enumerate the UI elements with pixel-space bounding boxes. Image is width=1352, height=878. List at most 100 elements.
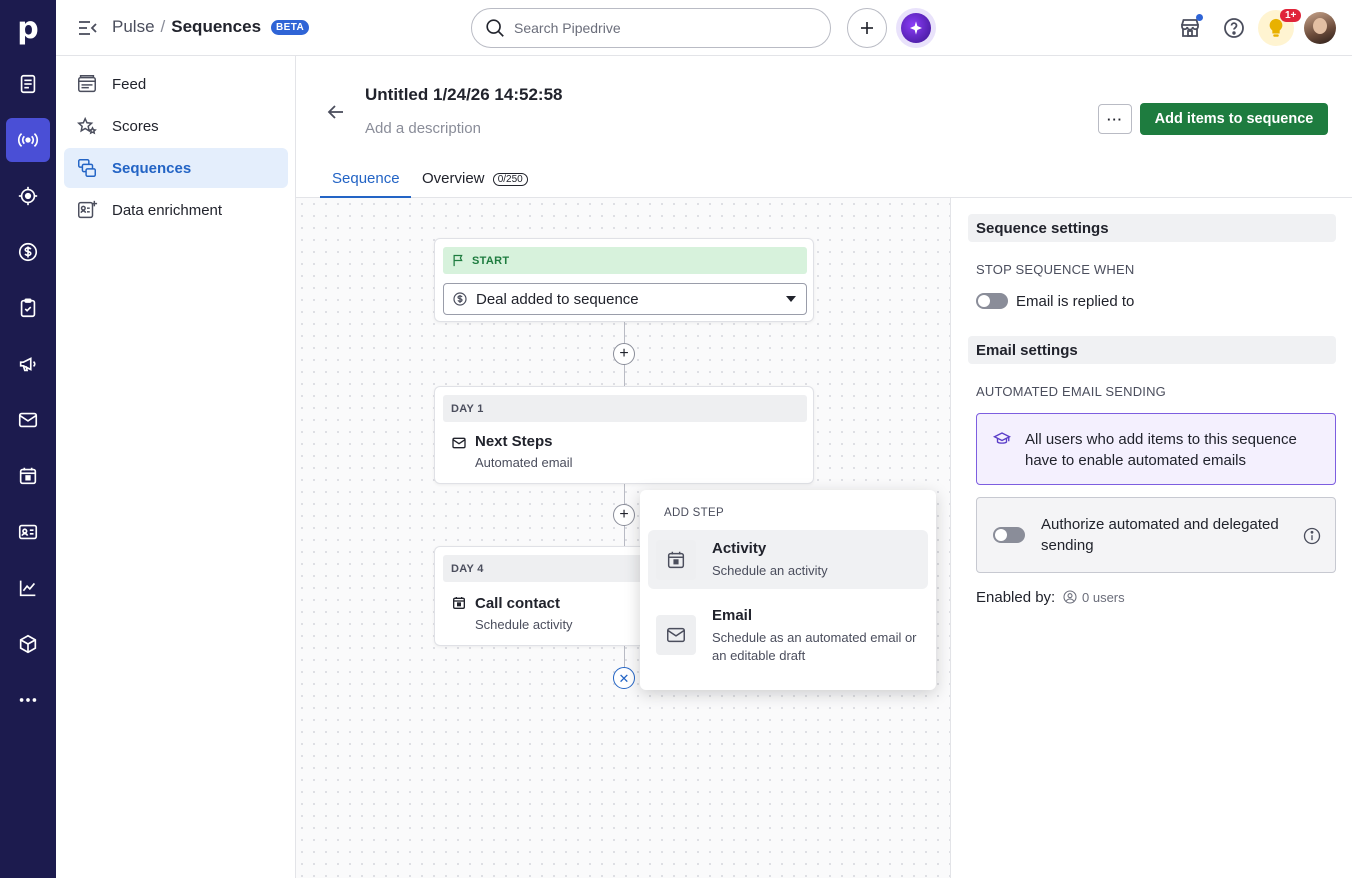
add-step-option-activity[interactable]: Activity Schedule an activity xyxy=(648,530,928,589)
start-label: START xyxy=(472,254,510,267)
option-title: Activity xyxy=(712,540,767,557)
feed-icon xyxy=(78,75,96,93)
add-step-button[interactable]: + xyxy=(613,343,635,365)
back-button[interactable] xyxy=(324,100,348,124)
add-step-button[interactable]: + xyxy=(613,504,635,526)
rail-item-leads[interactable] xyxy=(6,62,50,106)
email-settings-header: Email settings xyxy=(968,336,1336,364)
add-step-menu: ADD STEP Activity Schedule an activity E… xyxy=(640,490,936,690)
rail-item-pulse[interactable] xyxy=(6,118,50,162)
rail-item-products[interactable] xyxy=(6,622,50,666)
tab-overview[interactable]: Overview 0/250 xyxy=(422,166,528,198)
mail-icon xyxy=(452,437,466,449)
plus-icon: + xyxy=(619,345,629,362)
search-input[interactable] xyxy=(514,20,814,36)
calendar-icon xyxy=(656,540,696,580)
chart-line-icon xyxy=(19,580,36,597)
add-step-option-email[interactable]: Email Schedule as an automated email or … xyxy=(648,597,928,677)
box-icon xyxy=(19,634,37,654)
user-circle-icon xyxy=(1063,590,1077,604)
top-header: Pulse / Sequences BETA 1+ xyxy=(56,0,1352,56)
help-button[interactable] xyxy=(1220,14,1248,42)
document-list-icon xyxy=(20,74,36,94)
clipboard-check-icon xyxy=(20,298,36,318)
chevron-down-icon xyxy=(786,296,796,302)
breadcrumb-current: Sequences xyxy=(171,17,262,36)
calendar-icon xyxy=(453,597,465,609)
calendar-icon xyxy=(19,467,37,485)
automated-sending-label: AUTOMATED EMAIL SENDING xyxy=(976,384,1166,399)
option-title: Email xyxy=(712,607,753,624)
close-add-step-button[interactable]: ✕ xyxy=(613,667,635,689)
breadcrumb-parent[interactable]: Pulse xyxy=(112,17,155,37)
subnav-label: Scores xyxy=(112,117,159,135)
sequence-title[interactable]: Untitled 1/24/26 14:52:58 xyxy=(365,85,562,105)
marketplace-button[interactable] xyxy=(1176,14,1204,42)
sequence-description[interactable]: Add a description xyxy=(365,120,481,137)
arrow-left-icon xyxy=(327,105,343,119)
rail-item-goals[interactable] xyxy=(6,174,50,218)
start-band: START xyxy=(443,247,807,274)
info-icon[interactable] xyxy=(1302,526,1322,546)
subnav-item-data-enrichment[interactable]: Data enrichment xyxy=(64,190,288,230)
rail-item-deals[interactable] xyxy=(6,230,50,274)
email-replied-toggle[interactable] xyxy=(976,293,1008,309)
tab-label: Sequence xyxy=(332,170,400,187)
subnav-item-sequences[interactable]: Sequences xyxy=(64,148,288,188)
rail-item-activities[interactable] xyxy=(6,454,50,498)
rail-item-projects[interactable] xyxy=(6,286,50,330)
quick-add-button[interactable] xyxy=(847,8,887,48)
email-replied-label: Email is replied to xyxy=(1016,293,1135,310)
collapse-menu-button[interactable] xyxy=(76,16,100,40)
step-card-day-1[interactable]: DAY 1 Next Steps Automated email xyxy=(434,386,814,484)
rail-item-contacts[interactable] xyxy=(6,510,50,554)
info-text: All users who add items to this sequence… xyxy=(1025,431,1297,469)
global-search[interactable] xyxy=(471,8,831,48)
trigger-value: Deal added to sequence xyxy=(476,290,639,308)
dollar-icon xyxy=(18,242,38,262)
rail-item-mail[interactable] xyxy=(6,398,50,442)
enabled-by-label: Enabled by: xyxy=(976,589,1056,606)
step-subtitle: Schedule activity xyxy=(475,617,573,632)
ai-assistant-button[interactable] xyxy=(896,8,936,48)
rail-item-more[interactable] xyxy=(6,678,50,722)
subnav-item-feed[interactable]: Feed xyxy=(64,64,288,104)
breadcrumb-separator: / xyxy=(160,17,166,36)
option-subtitle: Schedule as an automated email or an edi… xyxy=(712,630,917,663)
pipedrive-logo[interactable]: p xyxy=(0,0,56,56)
mail-icon xyxy=(656,615,696,655)
settings-panel: Sequence settings STOP SEQUENCE WHEN Ema… xyxy=(952,198,1352,878)
subnav-item-scores[interactable]: Scores xyxy=(64,106,288,146)
tab-sequence[interactable]: Sequence xyxy=(320,166,411,198)
app-rail: p xyxy=(0,0,56,878)
sequence-settings-header: Sequence settings xyxy=(968,214,1336,242)
authorize-sending-toggle[interactable] xyxy=(993,527,1025,543)
automated-email-info: All users who add items to this sequence… xyxy=(976,413,1336,485)
sequence-header: Untitled 1/24/26 14:52:58 Add a descript… xyxy=(296,56,1352,198)
more-horizontal-icon xyxy=(19,698,37,702)
subnav-label: Data enrichment xyxy=(112,201,223,219)
more-actions-button[interactable]: ··· xyxy=(1098,104,1132,134)
breadcrumb: Pulse / Sequences BETA xyxy=(112,17,310,37)
add-items-button[interactable]: Add items to sequence xyxy=(1140,103,1328,135)
step-title: Next Steps xyxy=(475,433,553,450)
search-icon xyxy=(486,19,504,37)
dollar-icon xyxy=(453,292,467,306)
step-title: Call contact xyxy=(475,595,561,612)
user-avatar[interactable] xyxy=(1304,12,1336,44)
notification-count: 1+ xyxy=(1280,9,1302,22)
contact-card-icon xyxy=(18,524,38,540)
rail-item-campaigns[interactable] xyxy=(6,342,50,386)
plus-icon: + xyxy=(619,506,629,523)
menu-collapse-icon xyxy=(79,21,97,35)
day-label: DAY 1 xyxy=(443,395,807,422)
enabled-users-count: 0 users xyxy=(1082,589,1125,605)
rail-item-insights[interactable] xyxy=(6,566,50,610)
mail-icon xyxy=(18,412,38,428)
pulse-subnav: Feed Scores Sequences Data enrichment xyxy=(56,56,296,878)
enabled-users[interactable]: 0 users xyxy=(1062,589,1125,605)
trigger-select[interactable]: Deal added to sequence xyxy=(443,283,807,315)
broadcast-icon xyxy=(17,132,39,148)
authorize-sending-box: Authorize automated and delegated sendin… xyxy=(976,497,1336,573)
add-step-heading: ADD STEP xyxy=(664,507,724,519)
